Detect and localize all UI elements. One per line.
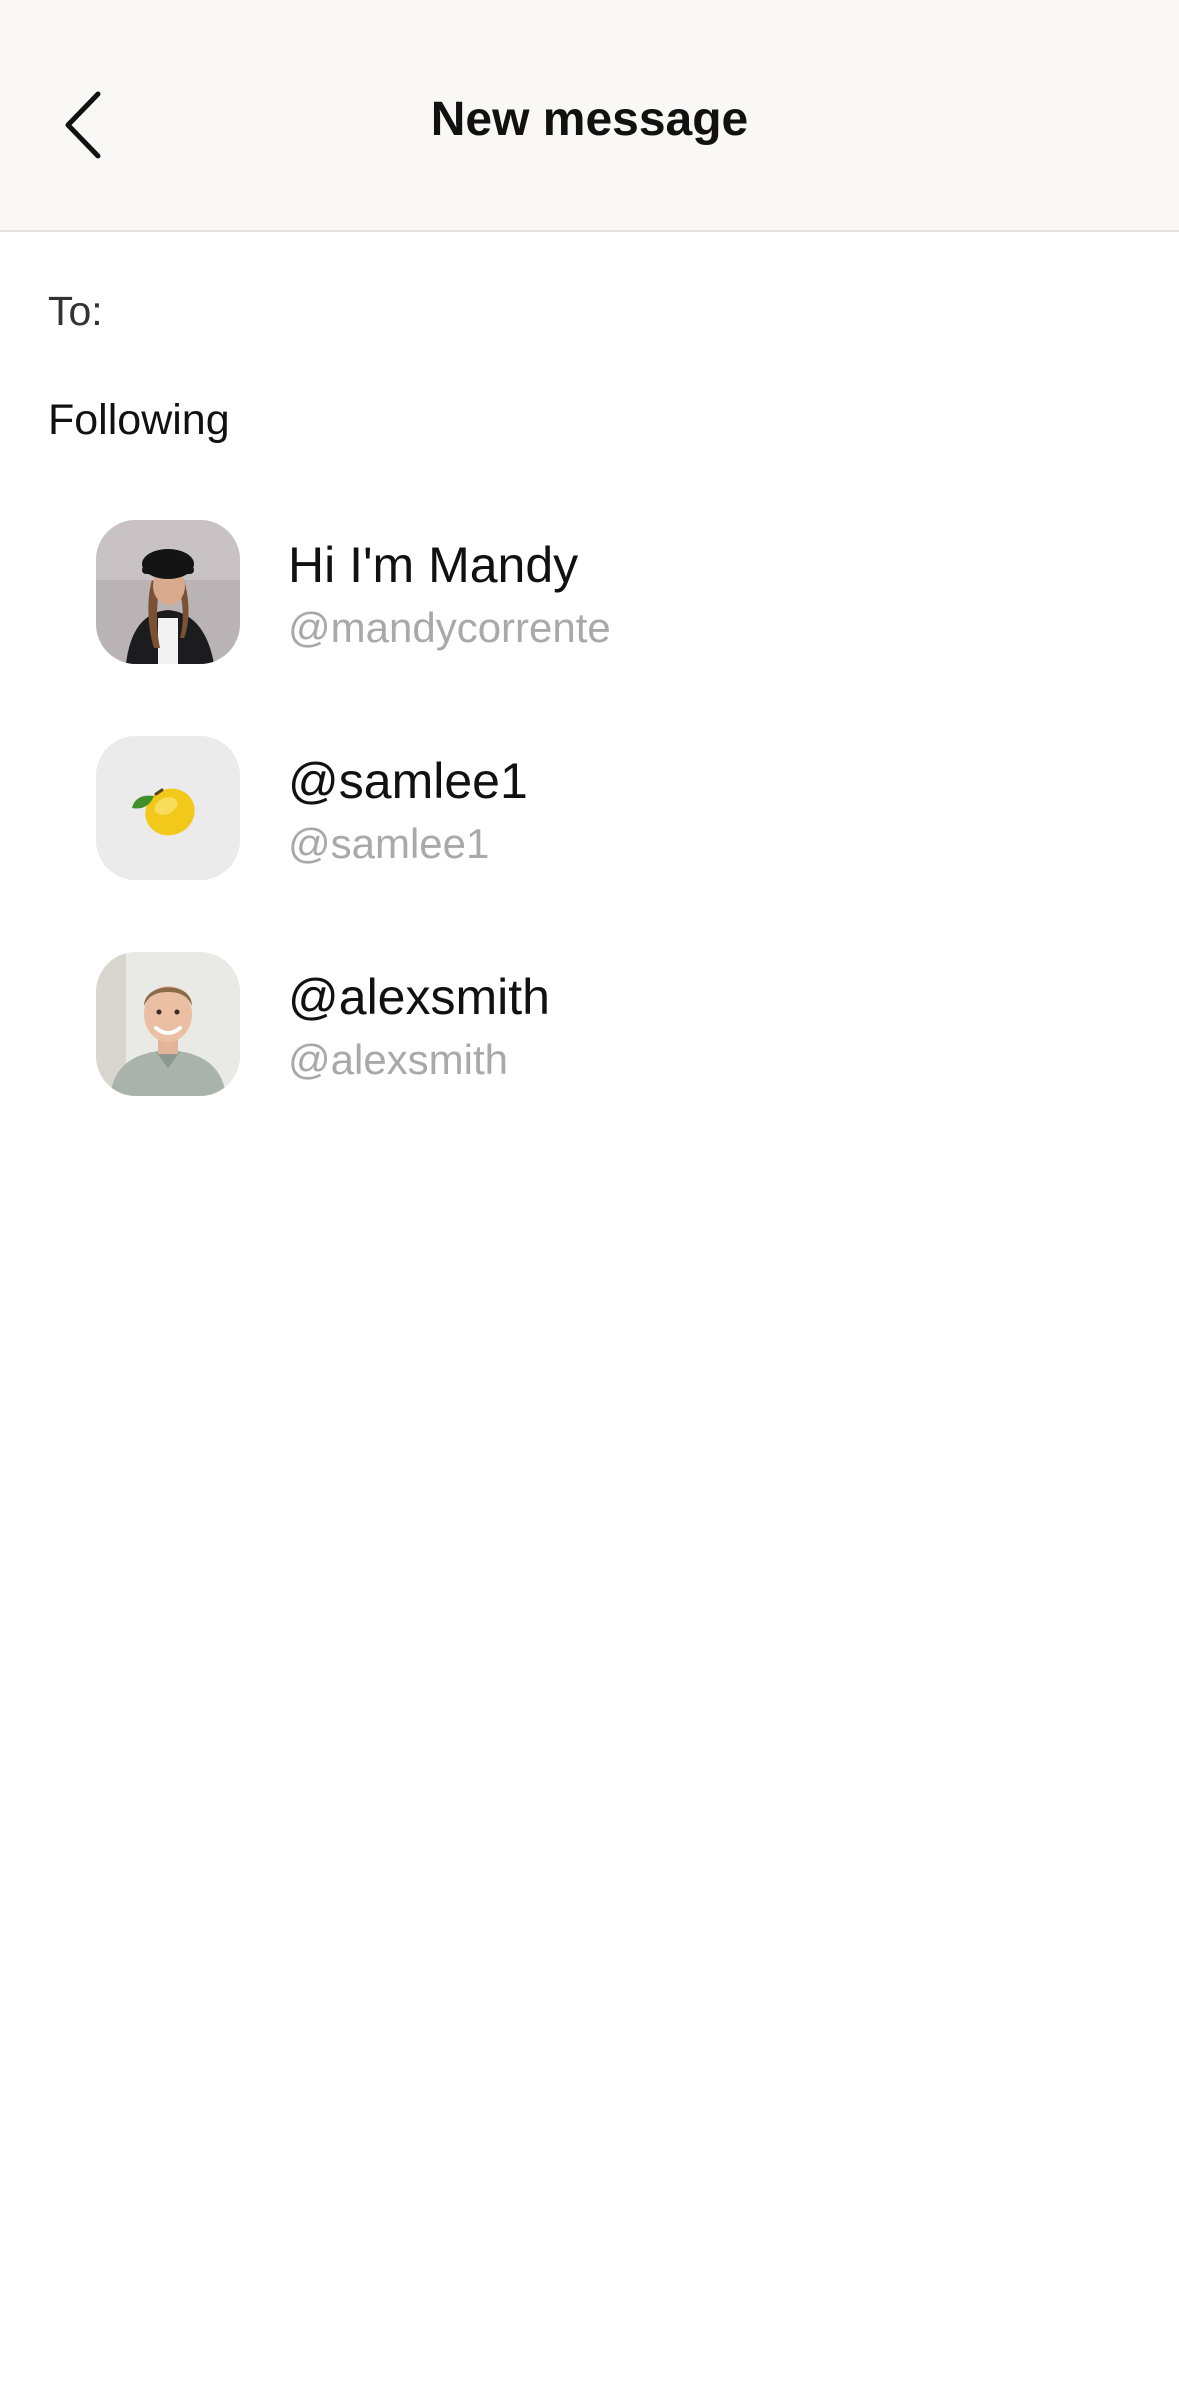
- profile-photo-icon: [96, 520, 240, 664]
- avatar: [96, 952, 240, 1096]
- avatar: [96, 520, 240, 664]
- contact-name: Hi I'm Mandy: [288, 537, 579, 593]
- following-section-title: Following: [48, 396, 230, 444]
- contact-item-samlee1[interactable]: @samlee1 @samlee1: [0, 736, 1179, 952]
- recipient-input[interactable]: [116, 280, 1138, 342]
- contact-handle: @samlee1: [288, 820, 490, 867]
- contact-item-mandy[interactable]: Hi I'm Mandy @mandycorrente: [0, 520, 1179, 736]
- page-title: New message: [430, 93, 749, 146]
- to-label: To:: [48, 287, 103, 334]
- avatar: [96, 736, 240, 880]
- profile-photo-icon: [96, 952, 240, 1096]
- contact-name: @samlee1: [288, 753, 528, 809]
- top-bar: New message: [0, 0, 1179, 232]
- contact-name: @alexsmith: [288, 969, 550, 1025]
- lemon-icon: [96, 736, 240, 880]
- recipient-row: To:: [48, 276, 1138, 346]
- contact-item-alexsmith[interactable]: @alexsmith @alexsmith: [0, 952, 1179, 1168]
- contact-handle: @alexsmith: [288, 1036, 509, 1083]
- following-list: Hi I'm Mandy @mandycorrente @samlee1 @sa…: [0, 520, 1179, 1168]
- contact-handle: @mandycorrente: [288, 604, 611, 651]
